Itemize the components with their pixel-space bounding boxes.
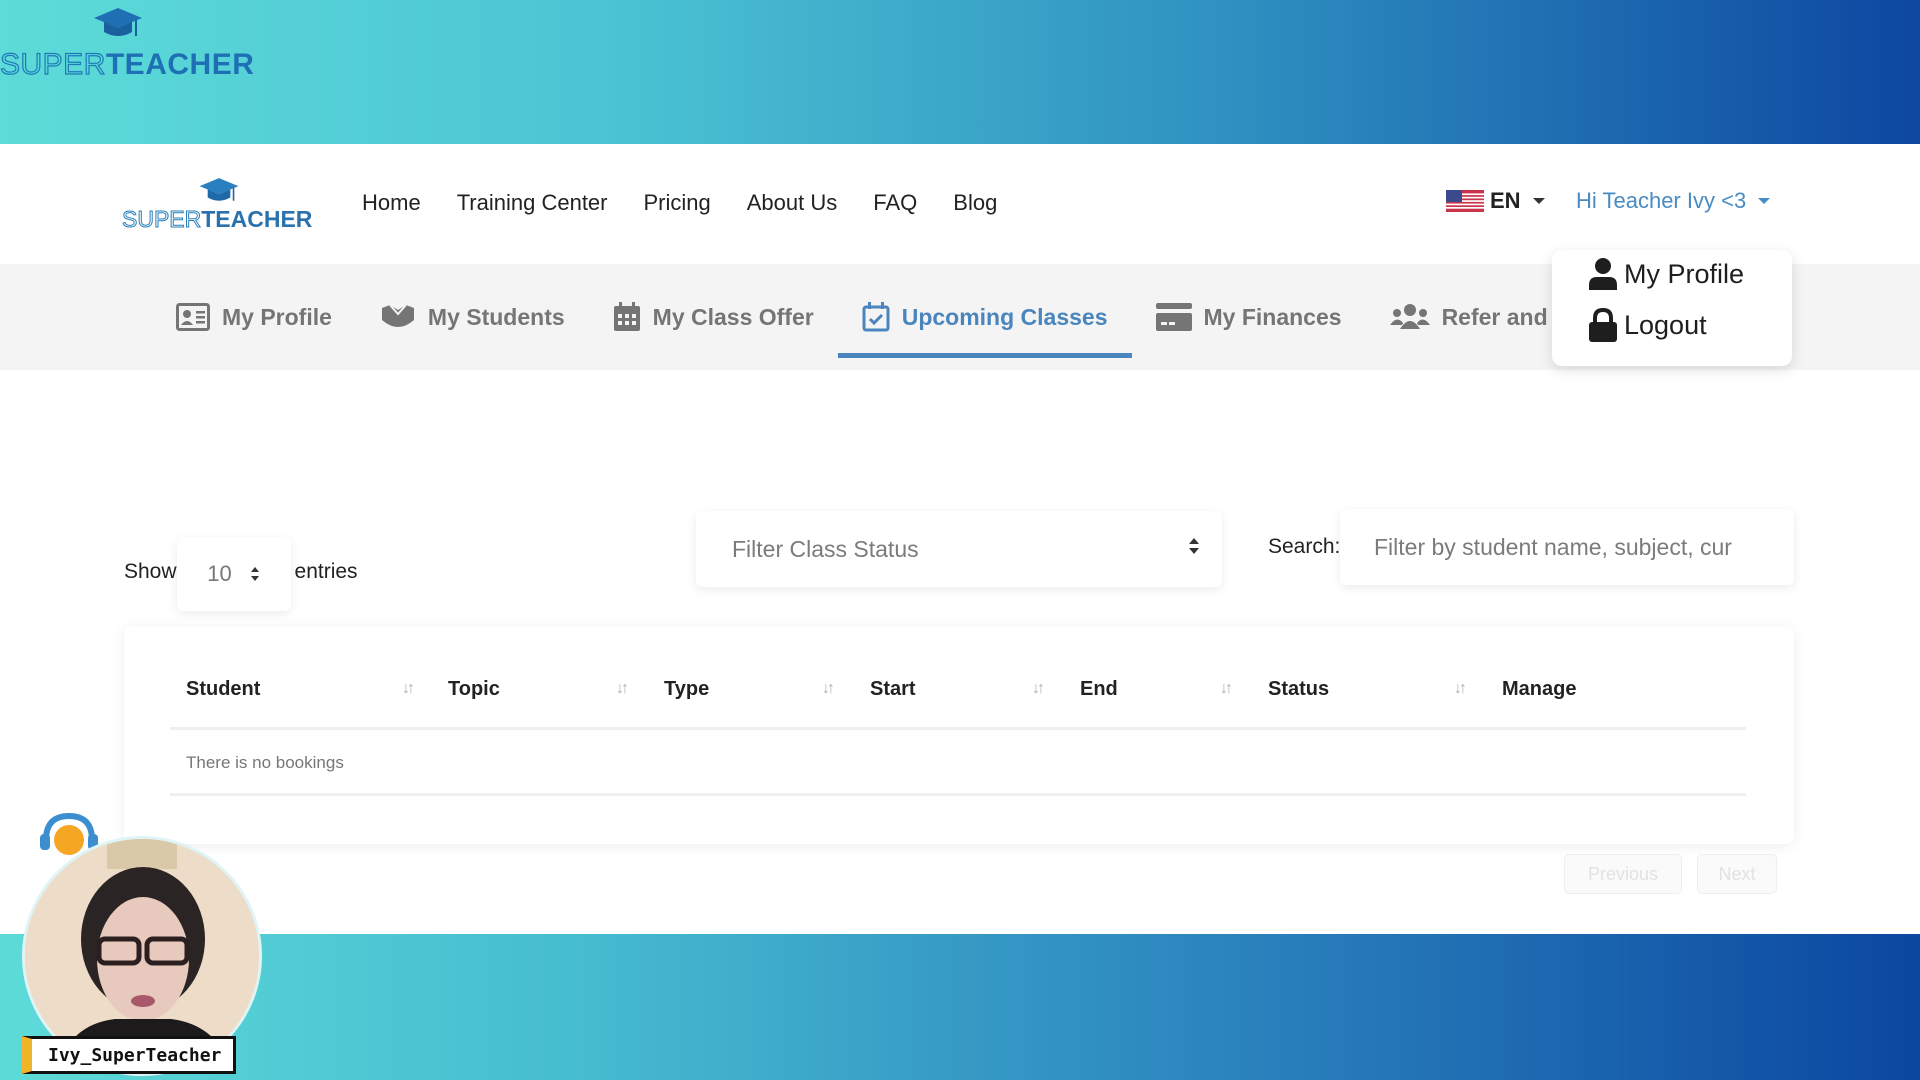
user-greeting: Hi Teacher Ivy <3: [1576, 188, 1747, 213]
graduation-cap-icon: [199, 178, 239, 201]
graduation-cap-icon: [94, 8, 142, 36]
next-page-button[interactable]: Next: [1697, 854, 1777, 894]
bookings-table: Student ↓↑ Topic ↓↑ Type ↓↑ Start ↓↑ End…: [124, 626, 1794, 844]
entries-value: 10: [207, 561, 232, 586]
previous-page-button[interactable]: Previous: [1564, 854, 1682, 894]
language-selector[interactable]: EN: [1446, 188, 1545, 214]
nav-blog[interactable]: Blog: [953, 190, 997, 216]
sort-icon[interactable]: ↓↑: [822, 680, 835, 698]
tab-upcoming-classes[interactable]: Upcoming Classes: [837, 264, 1132, 370]
wordmark-super: SUPER: [121, 206, 202, 233]
wordmark-teacher: TEACHER: [105, 48, 255, 81]
navbar: SUPERTEACHER Home Training Center Pricin…: [0, 144, 1920, 264]
status-filter-placeholder: Filter Class Status: [732, 536, 919, 562]
wordmark-super: SUPER: [0, 47, 106, 81]
tab-label: My Students: [427, 303, 565, 330]
user-menu-toggle[interactable]: Hi Teacher Ivy <3: [1576, 188, 1771, 214]
nav-training-center[interactable]: Training Center: [457, 190, 608, 216]
column-start[interactable]: Start: [870, 678, 916, 701]
tab-my-profile[interactable]: My Profile: [152, 264, 356, 370]
chevron-down-icon: [1532, 198, 1545, 204]
column-manage: Manage: [1502, 678, 1577, 700]
entries-select[interactable]: 10: [176, 537, 291, 611]
site-logo[interactable]: SUPERTEACHER: [121, 176, 322, 236]
calendar-check-icon: [862, 302, 890, 332]
sort-icon[interactable]: ↓↑: [1032, 680, 1045, 698]
column-student[interactable]: Student: [186, 678, 260, 701]
table-row: There is no bookings: [170, 730, 1746, 796]
bottom-gradient-band: [0, 934, 1920, 1080]
language-code: EN: [1490, 188, 1521, 213]
top-gradient-band: SUPERTEACHER: [0, 0, 1920, 144]
user-dropdown-menu: My Profile Logout: [1552, 250, 1792, 366]
students-icon: [381, 304, 414, 327]
sort-icon[interactable]: ↓↑: [402, 680, 415, 698]
empty-message: There is no bookings: [186, 753, 344, 772]
tab-my-class-offer[interactable]: My Class Offer: [589, 264, 838, 370]
entries-length-control: Show 10 entries: [124, 535, 358, 611]
band-wordmark: SUPERTEACHER: [0, 47, 255, 82]
credit-card-icon: [1155, 303, 1192, 331]
calendar-icon: [613, 302, 640, 331]
search-input[interactable]: [1340, 509, 1794, 585]
table-header: Student ↓↑ Topic ↓↑ Type ↓↑ Start ↓↑ End…: [170, 670, 1746, 730]
sort-arrows-icon: [250, 567, 259, 581]
main-nav: Home Training Center Pricing About Us FA…: [362, 190, 997, 216]
us-flag-icon: [1446, 190, 1484, 212]
entries-label: entries: [294, 560, 358, 583]
dropdown-label: My Profile: [1624, 258, 1745, 289]
tab-my-finances[interactable]: My Finances: [1132, 264, 1366, 370]
sort-icon[interactable]: ↓↑: [1454, 680, 1467, 698]
lock-icon: [1589, 308, 1617, 342]
chevron-down-icon: [1758, 198, 1771, 204]
wordmark-teacher: TEACHER: [201, 206, 313, 232]
webcam-name-tag: Ivy_SuperTeacher: [22, 1036, 237, 1074]
tabs: My Profile My Students My Class Offer Up…: [152, 264, 1606, 370]
column-topic[interactable]: Topic: [448, 678, 500, 701]
class-status-filter[interactable]: Filter Class Status: [696, 511, 1222, 587]
nav-home[interactable]: Home: [362, 190, 421, 216]
tab-label: Upcoming Classes: [901, 303, 1108, 330]
sort-icon[interactable]: ↓↑: [616, 680, 629, 698]
column-type[interactable]: Type: [664, 678, 709, 701]
column-end[interactable]: End: [1080, 678, 1118, 701]
tab-label: My Profile: [222, 303, 332, 330]
logo-wordmark: SUPERTEACHER: [121, 206, 313, 233]
sort-arrows-icon: [1189, 538, 1199, 554]
nav-about-us[interactable]: About Us: [747, 190, 838, 216]
user-icon: [1589, 258, 1617, 290]
show-label: Show: [124, 560, 177, 583]
tab-my-students[interactable]: My Students: [356, 264, 589, 370]
tab-label: My Finances: [1203, 303, 1342, 330]
dropdown-my-profile[interactable]: My Profile: [1588, 258, 1744, 290]
tab-label: My Class Offer: [652, 303, 814, 330]
band-logo: SUPERTEACHER: [0, 4, 254, 84]
nav-faq[interactable]: FAQ: [873, 190, 917, 216]
column-status[interactable]: Status: [1268, 678, 1329, 701]
dropdown-logout[interactable]: Logout: [1588, 308, 1707, 342]
nav-pricing[interactable]: Pricing: [644, 190, 711, 216]
id-card-icon: [176, 303, 210, 331]
sort-icon[interactable]: ↓↑: [1220, 680, 1233, 698]
search-label: Search:: [1268, 535, 1341, 558]
dropdown-label: Logout: [1624, 309, 1707, 340]
users-icon: [1389, 304, 1430, 329]
